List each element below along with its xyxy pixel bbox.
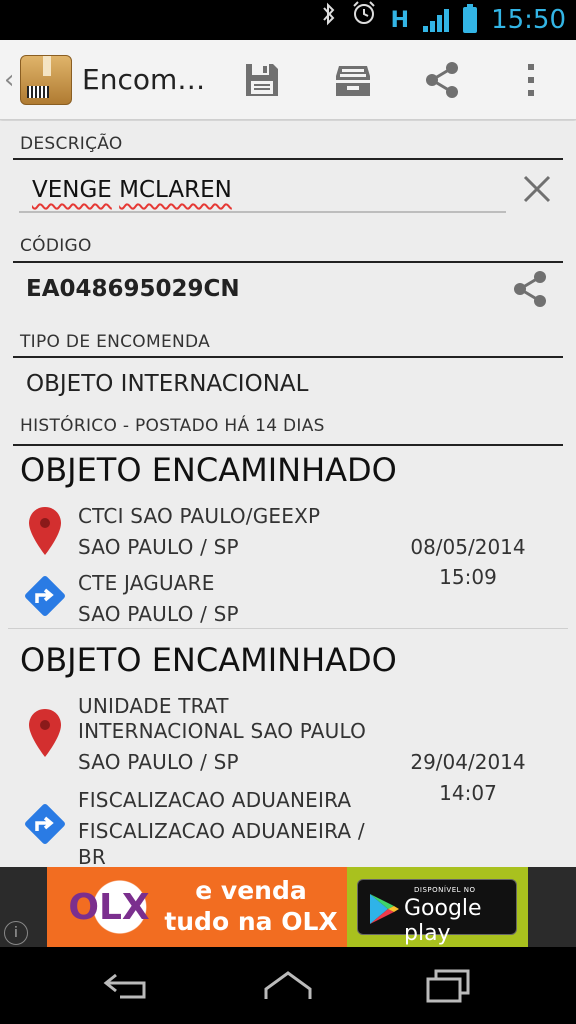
up-caret-icon[interactable]: ‹ (4, 65, 18, 95)
save-icon (246, 64, 278, 96)
map-pin-icon (29, 709, 61, 757)
origin-location: CTCI SAO PAULO/GEEXP (78, 504, 321, 528)
destination-location: CTE JAGUARE (78, 571, 215, 595)
destination-location: FISCALIZACAO ADUANEIRA (78, 788, 352, 812)
codigo-label: CÓDIGO (20, 236, 92, 256)
directions-icon (25, 576, 65, 616)
event-date: 29/04/2014 (410, 750, 526, 774)
app-package-icon[interactable] (20, 54, 72, 105)
event-time: 14:07 (439, 781, 497, 805)
google-play-badge[interactable]: DISPONÍVEL NO Google play (357, 879, 517, 946)
descricao-label: DESCRIÇÃO (20, 134, 123, 154)
tipo-label: TIPO DE ENCOMENDA (20, 332, 211, 352)
bluetooth-icon (321, 0, 337, 40)
package-detail: DESCRIÇÃO VENGE MCLAREN CÓDIGO EA0486950… (0, 121, 576, 869)
network-h-icon: H (390, 7, 410, 33)
tipo-value: OBJETO INTERNACIONAL (26, 371, 309, 397)
recents-icon[interactable] (418, 961, 478, 1011)
status-bar: H 15:50 (0, 0, 576, 40)
play-store-icon (370, 894, 399, 924)
event-date: 08/05/2014 (410, 535, 526, 559)
home-icon[interactable] (258, 961, 318, 1011)
divider (8, 628, 568, 629)
clock: 15:50 (491, 5, 566, 35)
divider (13, 356, 563, 358)
share-icon (514, 271, 546, 307)
event-title: OBJETO ENCAMINHADO (20, 451, 397, 489)
origin-city: SAO PAULO / SP (78, 535, 239, 559)
battery-icon (463, 4, 478, 33)
divider (13, 158, 563, 160)
clear-description-button[interactable] (517, 169, 557, 209)
event-time: 15:09 (439, 565, 497, 589)
overflow-menu-button[interactable] (491, 40, 571, 120)
event-title: OBJETO ENCAMINHADO (20, 641, 397, 679)
divider (13, 444, 563, 446)
origin-city: SAO PAULO / SP (78, 750, 239, 774)
page-title: Encom… (82, 63, 206, 96)
close-icon (523, 175, 551, 203)
descricao-word-2: MCLAREN (119, 177, 232, 203)
ad-text: e venda tudo na OLX (161, 875, 341, 937)
ad-text-line-2: tudo na OLX (164, 907, 338, 936)
archive-button[interactable] (313, 40, 393, 120)
descricao-field[interactable]: VENGE MCLAREN (19, 171, 506, 213)
share-code-button[interactable] (510, 269, 554, 313)
destination-city: SAO PAULO / SP (78, 602, 239, 626)
overflow-menu-icon (528, 64, 534, 96)
destination-country: BR (78, 845, 107, 869)
ad-olx[interactable]: OLX e venda tudo na OLX (47, 867, 347, 947)
info-icon[interactable]: i (4, 921, 28, 945)
archive-icon (336, 66, 370, 96)
ad-text-line-1: e venda (195, 876, 307, 905)
origin-location: UNIDADE TRAT (78, 694, 229, 718)
divider (13, 261, 563, 263)
back-icon[interactable] (98, 961, 158, 1011)
signal-icon (423, 8, 450, 32)
directions-icon (25, 804, 65, 844)
tracking-code: EA048695029CN (26, 276, 240, 302)
navigation-bar (0, 947, 576, 1024)
olx-logo: OLX (55, 877, 163, 937)
alarm-icon (351, 0, 377, 40)
historico-label: HISTÓRICO - POSTADO HÁ 14 DIAS (20, 416, 325, 436)
share-icon (426, 62, 458, 98)
badge-text: Google play (404, 896, 482, 946)
save-button[interactable] (222, 40, 302, 120)
destination-city: FISCALIZACAO ADUANEIRA / (78, 819, 365, 843)
origin-location-2: INTERNACIONAL SAO PAULO (78, 719, 367, 743)
badge-small-text: DISPONÍVEL NO (414, 886, 476, 894)
ad-google-play[interactable]: DISPONÍVEL NO Google play (347, 867, 528, 947)
share-button[interactable] (402, 40, 482, 120)
descricao-word-1: VENGE (32, 177, 112, 203)
map-pin-icon (29, 507, 61, 555)
ad-banner[interactable]: i OLX e venda tudo na OLX DISPONÍVEL NO … (0, 867, 576, 947)
action-bar: ‹ Encom… (0, 40, 576, 120)
